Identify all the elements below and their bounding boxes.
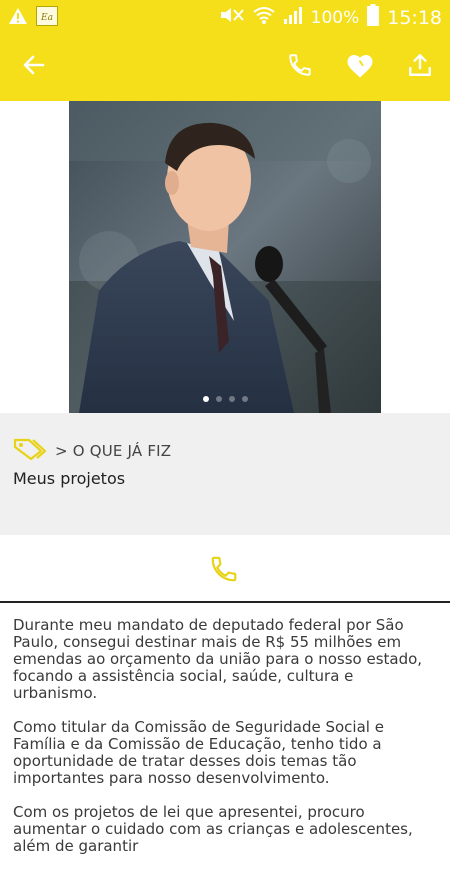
share-icon — [407, 52, 433, 82]
breadcrumb-label: > O QUE JÁ FIZ — [55, 442, 172, 460]
breadcrumb[interactable]: > O QUE JÁ FIZ — [13, 437, 171, 465]
back-arrow-icon — [22, 53, 46, 81]
photo-carousel[interactable] — [69, 101, 381, 413]
phone-icon — [209, 556, 239, 588]
description-paragraph: Como titular da Comissão de Seguridade S… — [13, 718, 384, 787]
politician-photo — [69, 101, 381, 413]
carousel-dot[interactable] — [215, 396, 222, 402]
carousel-dot[interactable] — [228, 396, 235, 402]
tag-icon — [13, 437, 47, 465]
heart-icon — [345, 51, 375, 83]
battery-icon — [367, 4, 380, 31]
wifi-icon — [253, 5, 275, 30]
call-link[interactable] — [209, 554, 239, 588]
app-notification-icon: Ea — [36, 6, 58, 30]
carousel-dot[interactable] — [241, 396, 248, 402]
carousel-dot[interactable] — [202, 396, 209, 402]
status-bar: Ea 100% 15:18 — [0, 0, 450, 33]
info-panel: > O QUE JÁ FIZ Meus projetos — [0, 413, 450, 535]
app-bar — [0, 33, 450, 101]
mute-icon — [219, 5, 245, 30]
clock: 15:18 — [387, 6, 442, 29]
back-button[interactable] — [16, 49, 52, 85]
page-subtitle: Meus projetos — [13, 469, 126, 488]
carousel-dots — [69, 396, 381, 402]
call-strip — [0, 535, 450, 603]
favorite-button[interactable] — [342, 49, 378, 85]
share-button[interactable] — [402, 49, 438, 85]
phone-icon — [287, 52, 313, 82]
description-paragraph: Com os projetos de lei que apresentei, p… — [13, 803, 413, 855]
battery-percent: 100% — [310, 7, 360, 28]
warning-icon — [8, 7, 28, 29]
description: Durante meu mandato de deputado federal … — [13, 617, 438, 872]
call-button[interactable] — [282, 49, 318, 85]
svg-text:Ea: Ea — [40, 13, 53, 23]
description-paragraph: Durante meu mandato de deputado federal … — [13, 616, 423, 702]
signal-icon — [283, 5, 303, 30]
